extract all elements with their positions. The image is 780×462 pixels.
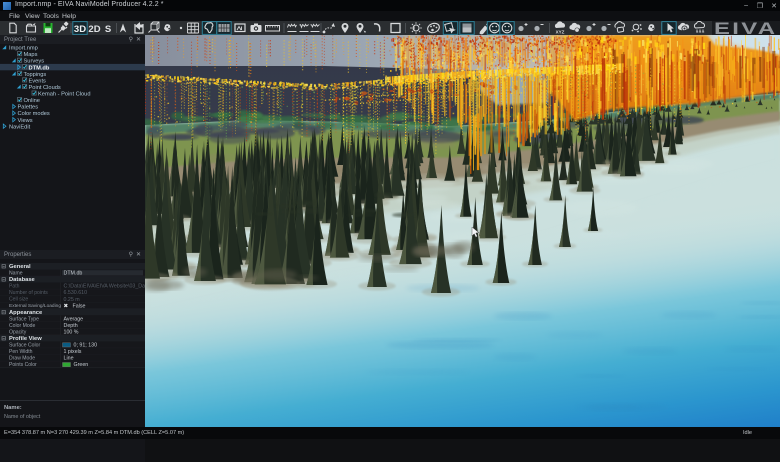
svg-text:Kemah - Point Cloud: Kemah - Point Cloud — [38, 92, 90, 98]
svg-text:Depth: Depth — [64, 323, 78, 329]
svg-text:Import.nmp: Import.nmp — [9, 46, 38, 52]
svg-text:EIVA: EIVA — [714, 21, 777, 35]
svg-text:2D: 2D — [88, 24, 100, 35]
svg-text:Line: Line — [64, 356, 74, 362]
svg-text:Color Mode: Color Mode — [9, 323, 35, 329]
svg-text:Surface Color: Surface Color — [9, 343, 40, 349]
svg-text:Path: Path — [9, 284, 20, 290]
svg-text:0; 91; 130: 0; 91; 130 — [74, 343, 98, 349]
svg-text:Database: Database — [9, 277, 36, 283]
svg-text:Opacity: Opacity — [9, 329, 27, 335]
svg-text:S: S — [105, 24, 111, 35]
svg-text:Color modes: Color modes — [18, 111, 50, 117]
svg-text:0.25 m: 0.25 m — [64, 297, 81, 303]
svg-text:Name: Name — [9, 270, 23, 276]
svg-text:XYZ: XYZ — [556, 30, 565, 35]
svg-text:Average: Average — [64, 316, 84, 322]
svg-text:1 pixels: 1 pixels — [64, 349, 82, 355]
svg-text:General: General — [9, 264, 31, 270]
svg-text:Maps: Maps — [24, 52, 38, 58]
svg-text:Events: Events — [29, 78, 47, 84]
svg-text:3D: 3D — [74, 24, 86, 35]
svg-text:Surveys: Surveys — [24, 59, 45, 65]
svg-text:Toppings: Toppings — [24, 72, 47, 78]
svg-text:✖: ✖ — [64, 303, 68, 309]
svg-text:Profile View: Profile View — [9, 336, 42, 342]
svg-text:Draw Mode: Draw Mode — [9, 356, 35, 362]
svg-text:Views: Views — [18, 118, 33, 124]
svg-text:Palettes: Palettes — [18, 105, 39, 111]
svg-text:DTM.db: DTM.db — [64, 271, 83, 277]
svg-text:Green: Green — [74, 362, 89, 368]
svg-text:Cell size: Cell size — [9, 297, 28, 303]
svg-text:Appearance: Appearance — [9, 310, 43, 316]
svg-text:C:\Data\EIVA\EIVA Website\03_D: C:\Data\EIVA\EIVA Website\03_Dat — [64, 284, 146, 290]
svg-text:100 %: 100 % — [64, 330, 79, 336]
svg-text:NaviEdit: NaviEdit — [9, 124, 31, 130]
svg-text:Online: Online — [24, 98, 40, 104]
svg-text:Point Clouds: Point Clouds — [29, 85, 61, 91]
svg-text:Surface Type: Surface Type — [9, 316, 39, 322]
svg-text:Points Color: Points Color — [9, 362, 37, 368]
svg-text:6.530.610: 6.530.610 — [64, 290, 88, 296]
svg-text:Number of points: Number of points — [9, 290, 48, 296]
svg-text:External Saving/Loading: External Saving/Loading — [9, 303, 61, 309]
svg-text:False: False — [73, 303, 86, 309]
svg-text:Pen Width: Pen Width — [9, 349, 33, 355]
svg-text:DTM.db: DTM.db — [29, 65, 50, 71]
